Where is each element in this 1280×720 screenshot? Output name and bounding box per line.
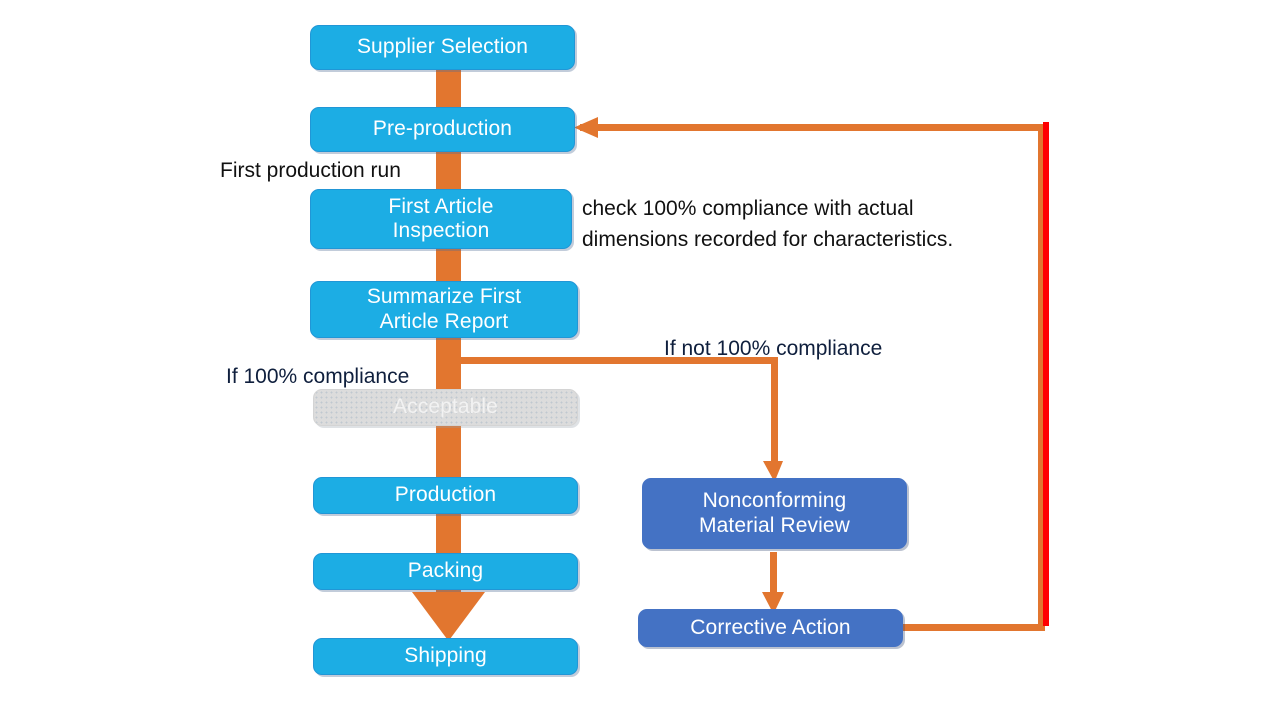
node-packing[interactable]: Packing (313, 553, 578, 590)
node-label: Packing (407, 559, 484, 583)
label-if-100-compliance: If 100% compliance (226, 365, 410, 388)
node-label: Acceptable (393, 395, 498, 419)
label-if-not-100-compliance: If not 100% compliance (664, 337, 883, 360)
label-check-compliance-line-1: check 100% compliance with actual (582, 197, 914, 220)
node-production[interactable]: Production (313, 477, 578, 514)
node-shipping[interactable]: Shipping (313, 638, 578, 675)
label-check-compliance-line-2: dimensions recorded for characteristics. (582, 228, 954, 251)
node-corrective-action[interactable]: Corrective Action (638, 609, 903, 647)
node-pre-production[interactable]: Pre-production (310, 107, 575, 152)
node-label-line-2: Article Report (379, 309, 509, 333)
flowchart-canvas: Supplier Selection Pre-production First … (0, 0, 1280, 720)
node-label-line-2: Material Review (699, 513, 850, 537)
node-nonconforming-material-review[interactable]: Nonconforming Material Review (642, 478, 907, 549)
node-label: Supplier Selection (356, 35, 529, 59)
node-label-line-1: Summarize First (366, 285, 522, 309)
node-label-line-1: Nonconforming (702, 489, 847, 513)
feedback-loop-red-line (1043, 122, 1049, 626)
node-label: Production (394, 483, 497, 507)
review-to-corrective-arrow (762, 552, 784, 614)
node-label: Shipping (404, 644, 487, 668)
node-supplier-selection[interactable]: Supplier Selection (310, 25, 575, 70)
node-label-line-1: First Article (388, 194, 494, 218)
node-acceptable[interactable]: Acceptable (313, 389, 578, 426)
node-label-line-2: Inspection (392, 219, 490, 242)
node-summarize-first-article-report[interactable]: Summarize First Article Report (310, 281, 578, 338)
node-label: Pre-production (372, 117, 513, 141)
node-label: Corrective Action (690, 615, 851, 639)
node-first-article-inspection[interactable]: First Article Inspection (310, 189, 572, 249)
label-first-production-run: First production run (220, 159, 401, 182)
